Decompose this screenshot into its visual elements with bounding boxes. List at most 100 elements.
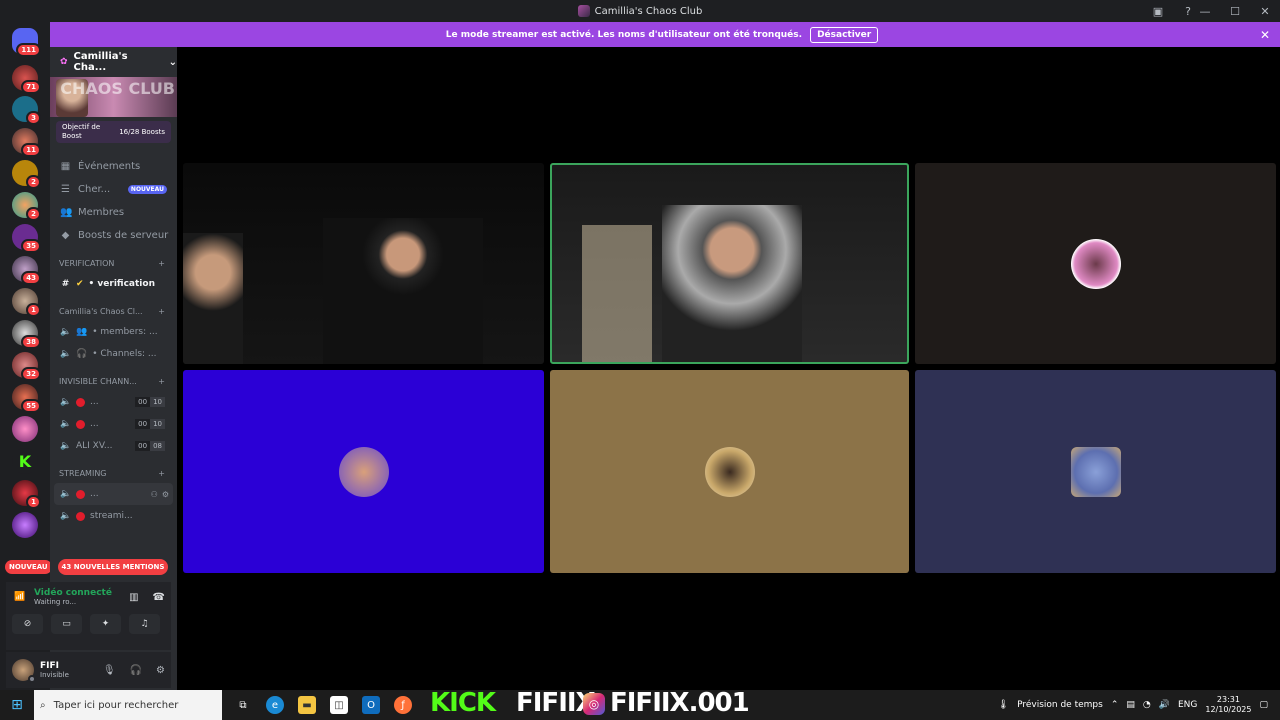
- channel-invisible-2[interactable]: 🔈... 00 10: [50, 413, 177, 435]
- disconnect-icon[interactable]: ☎: [153, 592, 165, 603]
- gear-icon[interactable]: ⚙: [156, 665, 165, 676]
- video-tile-avatar-1[interactable]: [915, 163, 1276, 364]
- server-icon-14[interactable]: 1: [12, 480, 41, 509]
- disable-streamer-mode-button[interactable]: Désactiver: [810, 26, 879, 43]
- server-icon-3[interactable]: 11: [12, 128, 41, 157]
- microphone-icon[interactable]: 🎙: [103, 665, 116, 676]
- server-icon-12[interactable]: [12, 416, 38, 442]
- server-icon-1[interactable]: 71: [12, 65, 41, 94]
- server-icon-7[interactable]: 43: [12, 256, 41, 285]
- outlook-icon[interactable]: O: [362, 696, 380, 714]
- server-header[interactable]: ✿ Camillia's Cha... ⌄: [50, 47, 177, 77]
- no-entry-icon: [76, 397, 85, 407]
- server-boost-icon: ✿: [60, 57, 68, 67]
- search-icon: ☰: [61, 184, 70, 195]
- participant-avatar: [338, 446, 389, 497]
- server-icon-4[interactable]: 2: [12, 160, 41, 189]
- channel-invisible-3[interactable]: 🔈 ALI XV... 00 08: [50, 435, 177, 457]
- server-icon-8[interactable]: 1: [12, 288, 41, 317]
- server-icon-6[interactable]: 35: [12, 224, 41, 253]
- invite-icon[interactable]: ⚇: [151, 490, 158, 499]
- volume-icon[interactable]: 🔊: [1159, 700, 1170, 710]
- channel-invisible-1[interactable]: 🔈... 00 10: [50, 391, 177, 413]
- noise-suppression-icon[interactable]: ▥: [129, 592, 138, 603]
- username: FIFI: [40, 661, 59, 671]
- channel-members-count[interactable]: 🔈 👥 • members: ...: [50, 321, 177, 343]
- video-tile-speaking[interactable]: [550, 163, 909, 364]
- task-view-icon[interactable]: ⧉: [234, 696, 252, 714]
- category-streaming[interactable]: STREAMING +: [50, 463, 177, 483]
- boost-goal[interactable]: Objectif de Boost 16/28 Boosts: [56, 121, 171, 143]
- soundboard-button[interactable]: ♫: [129, 614, 160, 634]
- banner-text: Le mode streamer est activé. Les noms d'…: [445, 29, 803, 40]
- category-verification[interactable]: VERIFICATION +: [50, 253, 177, 273]
- add-channel-icon[interactable]: +: [158, 377, 165, 386]
- banner-text: CHAOS CLUB: [60, 79, 175, 98]
- clock[interactable]: 23:31 12/10/2025: [1205, 695, 1251, 715]
- server-icon-2[interactable]: 3: [12, 96, 41, 125]
- chevron-up-icon[interactable]: ⌃: [1111, 700, 1119, 710]
- red-circle-icon: [76, 511, 85, 521]
- firefox-icon[interactable]: ƒ: [394, 696, 412, 714]
- server-icon-9[interactable]: 38: [12, 320, 41, 349]
- add-channel-icon[interactable]: +: [158, 259, 165, 268]
- server-icon-15[interactable]: [12, 512, 38, 538]
- headphones-icon[interactable]: 🎧: [130, 665, 142, 676]
- window-title: Camillia's Chaos Club: [594, 5, 703, 17]
- file-explorer-icon[interactable]: ▬: [298, 696, 316, 714]
- taskbar-search[interactable]: ⌕ Taper ici pour rechercher: [34, 690, 222, 720]
- add-channel-icon[interactable]: +: [158, 307, 165, 316]
- channel-stream-2[interactable]: 🔈 streami...: [50, 505, 177, 527]
- nav-boosts[interactable]: ◆ Boosts de serveur: [50, 224, 177, 247]
- server-icon-11[interactable]: 55: [12, 384, 41, 413]
- weather-text[interactable]: Prévision de temps: [1017, 700, 1103, 710]
- people-icon: 👥: [76, 327, 88, 337]
- avatar[interactable]: [12, 659, 36, 683]
- participant-video: [662, 205, 802, 362]
- nav-members[interactable]: 👥 Membres: [50, 201, 177, 224]
- video-tile-avatar-3[interactable]: [550, 370, 909, 573]
- new-mentions-pill[interactable]: 43 NOUVELLES MENTIONS: [58, 559, 168, 575]
- camera-off-button[interactable]: ⊘: [12, 614, 43, 634]
- home-button[interactable]: 111: [12, 28, 41, 57]
- instagram-icon: ◎: [583, 693, 605, 715]
- nav-search[interactable]: ☰ Cher... NOUVEAU: [50, 178, 177, 201]
- video-tile-avatar-2[interactable]: [183, 370, 544, 573]
- video-tile-duo[interactable]: [183, 163, 544, 364]
- server-name: Camillia's Cha...: [73, 51, 128, 73]
- screen-share-button[interactable]: ▭: [51, 614, 82, 634]
- channel-verification[interactable]: # ✔ • verification: [50, 273, 177, 295]
- title-bar: Camillia's Chaos Club ▣ ? — ☐ ✕: [0, 0, 1280, 22]
- minimize-button[interactable]: —: [1190, 5, 1220, 18]
- channel-stream-1[interactable]: 🔈... ⚇ ⚙: [54, 483, 173, 505]
- channel-channels-count[interactable]: 🔈 🎧 • Channels: ...: [50, 343, 177, 365]
- edge-icon[interactable]: e: [266, 696, 284, 714]
- weather-icon[interactable]: 🌡: [998, 700, 1009, 710]
- add-channel-icon[interactable]: +: [158, 469, 165, 478]
- nav-events[interactable]: ▦ Événements: [50, 155, 177, 178]
- kick-server-icon[interactable]: K: [12, 448, 38, 474]
- activities-button[interactable]: ✦: [90, 614, 121, 634]
- store-icon[interactable]: ◫: [330, 696, 348, 714]
- server-icon-10[interactable]: 32: [12, 352, 41, 381]
- speaker-icon: 🔈: [60, 397, 72, 407]
- close-button[interactable]: ✕: [1250, 5, 1280, 18]
- close-banner-icon[interactable]: ✕: [1260, 28, 1270, 42]
- new-servers-pill[interactable]: NOUVEAU: [5, 560, 52, 574]
- inbox-icon[interactable]: ▣: [1150, 3, 1166, 19]
- wifi-icon[interactable]: ◔: [1143, 700, 1151, 710]
- boost-icon: ◆: [61, 230, 70, 241]
- category-chaos-club[interactable]: Camillia's Chaos Cl... +: [50, 301, 177, 321]
- voice-channel-name[interactable]: Waiting ro...: [34, 598, 112, 606]
- settings-icon[interactable]: ⚙: [162, 490, 169, 499]
- network-icon[interactable]: ▤: [1126, 700, 1135, 710]
- video-tile-avatar-4[interactable]: [915, 370, 1276, 573]
- category-invisible[interactable]: INVISIBLE CHANN... +: [50, 371, 177, 391]
- system-tray: 🌡 Prévision de temps ⌃ ▤ ◔ 🔊 ENG 23:31 1…: [998, 690, 1280, 720]
- server-icon-5[interactable]: 2: [12, 192, 41, 221]
- windows-start-icon[interactable]: ⊞: [0, 697, 34, 713]
- maximize-button[interactable]: ☐: [1220, 5, 1250, 18]
- notifications-icon[interactable]: ▢: [1259, 700, 1268, 710]
- language-indicator[interactable]: ENG: [1178, 700, 1197, 710]
- server-icon: [577, 5, 590, 17]
